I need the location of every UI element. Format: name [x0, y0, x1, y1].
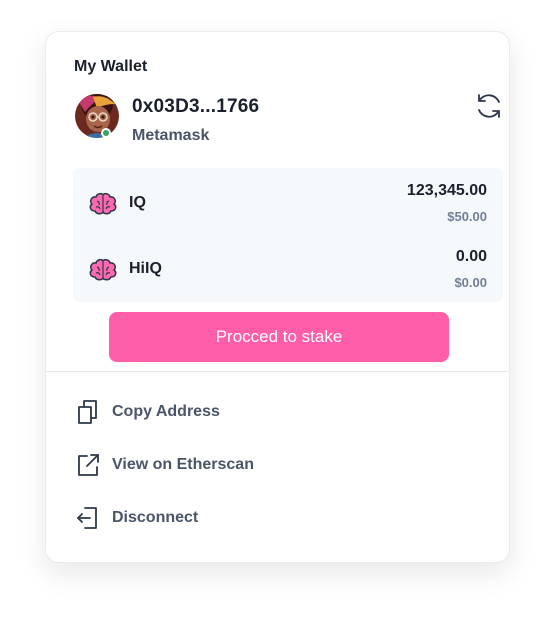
disconnect-menu-item[interactable]: Disconnect	[74, 500, 474, 536]
avatar[interactable]	[75, 94, 119, 138]
brain-icon	[89, 192, 117, 216]
token-row-hiiq: HiIQ 0.00 $0.00	[73, 244, 503, 300]
token-amount: 0.00	[455, 248, 487, 265]
token-usd-value: $50.00	[447, 209, 487, 224]
menu-item-label: Disconnect	[112, 509, 199, 526]
proceed-to-stake-button[interactable]: Procced to stake	[109, 312, 449, 362]
token-usd-value: $0.00	[454, 275, 487, 290]
token-name: IQ	[129, 194, 146, 211]
token-row-iq: IQ 123,345.00 $50.00	[73, 178, 503, 234]
menu-item-label: Copy Address	[112, 403, 220, 420]
wallet-card: My Wallet 0x03D3...1766 Metamask IQ 123,…	[45, 31, 510, 563]
refresh-icon[interactable]	[473, 90, 505, 122]
copy-icon	[76, 399, 100, 425]
logout-icon	[76, 505, 100, 531]
brain-icon	[89, 258, 117, 282]
menu-item-label: View on Etherscan	[112, 456, 254, 473]
wallet-title: My Wallet	[74, 58, 148, 75]
wallet-provider: Metamask	[132, 127, 210, 144]
external-link-icon	[76, 452, 100, 478]
token-amount: 123,345.00	[406, 182, 487, 199]
token-name: HiIQ	[129, 260, 162, 277]
copy-address-menu-item[interactable]: Copy Address	[74, 394, 474, 430]
view-on-etherscan-menu-item[interactable]: View on Etherscan	[74, 447, 474, 483]
wallet-address: 0x03D3...1766	[132, 96, 260, 117]
online-status-dot	[101, 128, 111, 138]
token-balances-panel: IQ 123,345.00 $50.00 HiIQ 0.00 $0.00	[73, 168, 503, 302]
divider	[46, 371, 509, 372]
